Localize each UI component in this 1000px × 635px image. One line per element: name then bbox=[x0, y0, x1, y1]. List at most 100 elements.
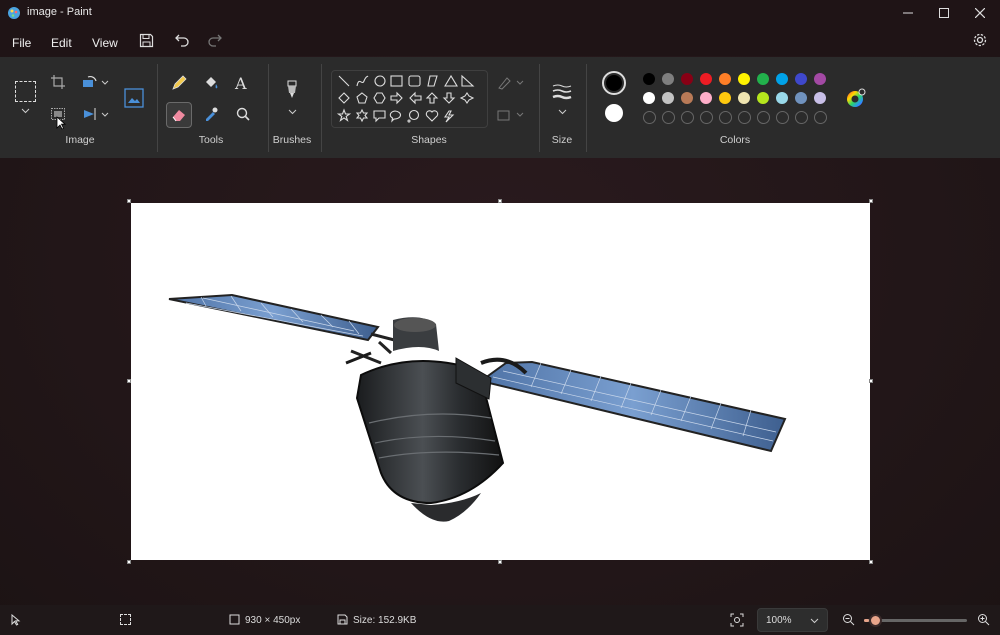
zoom-dropdown[interactable]: 100% bbox=[757, 608, 828, 632]
size-chevron-icon[interactable] bbox=[558, 109, 567, 115]
close-button[interactable] bbox=[962, 0, 998, 26]
brush-icon[interactable] bbox=[284, 80, 300, 102]
brushes-chevron-icon[interactable] bbox=[288, 109, 297, 115]
settings-gear-icon[interactable] bbox=[972, 32, 988, 48]
ribbon-divider bbox=[268, 64, 269, 152]
palette-color-swatch[interactable] bbox=[795, 92, 807, 104]
eraser-tool-button[interactable] bbox=[166, 102, 192, 128]
pencil-icon[interactable] bbox=[171, 75, 187, 91]
flip-icon[interactable] bbox=[82, 107, 98, 121]
palette-color-swatch[interactable] bbox=[757, 73, 769, 85]
palette-color-swatch[interactable] bbox=[814, 73, 826, 85]
palette-color-swatch[interactable] bbox=[662, 92, 674, 104]
selection-rect-icon[interactable] bbox=[15, 81, 36, 102]
palette-color-swatch[interactable] bbox=[738, 111, 751, 124]
menu-view[interactable]: View bbox=[88, 34, 122, 52]
secondary-color-swatch[interactable] bbox=[605, 104, 623, 122]
rotate-chevron-icon[interactable] bbox=[101, 80, 109, 85]
flip-chevron-icon[interactable] bbox=[101, 112, 109, 117]
color-picker-icon[interactable] bbox=[203, 106, 219, 122]
menu-edit[interactable]: Edit bbox=[47, 34, 76, 52]
magnifier-icon[interactable] bbox=[235, 106, 251, 122]
ribbon-divider bbox=[321, 64, 322, 152]
rotate-icon[interactable] bbox=[82, 75, 98, 89]
stroke-size-icon[interactable] bbox=[552, 84, 572, 100]
palette-color-swatch[interactable] bbox=[700, 111, 713, 124]
outline-icon[interactable] bbox=[497, 76, 525, 90]
resize-handle[interactable] bbox=[127, 379, 131, 383]
primary-color-swatch[interactable] bbox=[602, 71, 626, 95]
arrow-left-shape-icon bbox=[409, 91, 422, 105]
palette-color-swatch[interactable] bbox=[719, 92, 731, 104]
palette-color-swatch[interactable] bbox=[814, 111, 827, 124]
window-title: image - Paint bbox=[27, 6, 92, 18]
palette-color-swatch[interactable] bbox=[662, 111, 675, 124]
crop-icon[interactable] bbox=[51, 75, 65, 89]
colors-group-label: Colors bbox=[719, 134, 751, 146]
save-icon[interactable] bbox=[139, 33, 154, 48]
drawing-canvas[interactable] bbox=[131, 203, 870, 560]
palette-color-swatch[interactable] bbox=[776, 92, 788, 104]
menu-file[interactable]: File bbox=[8, 34, 35, 52]
resize-image-icon[interactable] bbox=[124, 88, 144, 108]
hexagon-shape-icon bbox=[373, 92, 386, 104]
brushes-group-label: Brushes bbox=[272, 134, 312, 146]
palette-color-swatch[interactable] bbox=[662, 73, 674, 85]
resize-handle[interactable] bbox=[498, 560, 502, 564]
resize-handle[interactable] bbox=[127, 560, 131, 564]
resize-handle[interactable] bbox=[127, 199, 131, 203]
text-tool-icon[interactable]: A bbox=[235, 74, 247, 93]
palette-color-swatch[interactable] bbox=[757, 92, 769, 104]
fill-bucket-icon[interactable] bbox=[203, 75, 219, 91]
maximize-button[interactable] bbox=[926, 0, 962, 26]
canvas-dimensions: 930 × 450px bbox=[245, 615, 301, 626]
palette-color-swatch[interactable] bbox=[681, 111, 694, 124]
palette-color-swatch[interactable] bbox=[681, 92, 693, 104]
palette-color-swatch[interactable] bbox=[795, 111, 808, 124]
edit-colors-rainbow-icon[interactable] bbox=[845, 88, 867, 110]
zoom-in-icon[interactable] bbox=[977, 613, 990, 626]
minimize-button[interactable] bbox=[890, 0, 926, 26]
palette-color-swatch[interactable] bbox=[700, 73, 712, 85]
chevron-down-icon[interactable] bbox=[21, 108, 30, 114]
selection-size-icon bbox=[120, 614, 131, 625]
ribbon-divider bbox=[586, 64, 587, 152]
tools-group-label: Tools bbox=[198, 134, 224, 146]
resize-handle[interactable] bbox=[869, 560, 873, 564]
palette-color-swatch[interactable] bbox=[738, 73, 750, 85]
palette-color-swatch[interactable] bbox=[643, 73, 655, 85]
palette-color-swatch[interactable] bbox=[719, 73, 731, 85]
palette-color-swatch[interactable] bbox=[757, 111, 770, 124]
resize-handle[interactable] bbox=[498, 199, 502, 203]
title-bar bbox=[0, 0, 1000, 26]
palette-color-swatch[interactable] bbox=[700, 92, 712, 104]
heart-shape-icon bbox=[425, 110, 439, 122]
palette-color-swatch[interactable] bbox=[643, 111, 656, 124]
resize-handle[interactable] bbox=[869, 199, 873, 203]
zoom-out-icon[interactable] bbox=[842, 613, 855, 626]
zoom-chevron-down-icon bbox=[810, 618, 819, 624]
oval-callout-shape-icon bbox=[389, 110, 402, 123]
palette-color-swatch[interactable] bbox=[719, 111, 732, 124]
resize-handle[interactable] bbox=[869, 379, 873, 383]
file-size: Size: 152.9KB bbox=[353, 615, 417, 626]
palette-color-swatch[interactable] bbox=[814, 92, 826, 104]
fit-to-window-icon[interactable] bbox=[730, 613, 744, 627]
cursor-arrow-icon bbox=[56, 116, 66, 130]
rounded-rectangle-shape-icon bbox=[408, 75, 421, 87]
six-point-star-shape-icon bbox=[355, 108, 369, 123]
palette-color-swatch[interactable] bbox=[776, 73, 788, 85]
fill-icon[interactable] bbox=[497, 108, 525, 122]
line-shape-icon bbox=[338, 75, 350, 87]
palette-color-swatch[interactable] bbox=[795, 73, 807, 85]
redo-icon[interactable] bbox=[207, 33, 222, 47]
undo-icon[interactable] bbox=[175, 33, 190, 47]
arrow-down-shape-icon bbox=[442, 92, 456, 104]
palette-color-swatch[interactable] bbox=[776, 111, 789, 124]
satellite-image bbox=[168, 293, 787, 522]
palette-color-swatch[interactable] bbox=[681, 73, 693, 85]
palette-color-swatch[interactable] bbox=[643, 92, 655, 104]
minimize-icon bbox=[903, 12, 913, 14]
palette-color-swatch[interactable] bbox=[738, 92, 750, 104]
arrow-up-shape-icon bbox=[425, 92, 439, 104]
